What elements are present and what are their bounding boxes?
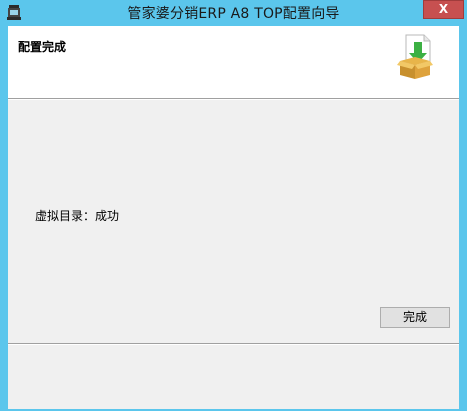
wizard-window: 管家婆分销ERP A8 TOP配置向导 X 配置完成 虚拟目录：成功 完成 — [0, 0, 467, 411]
close-icon: X — [438, 2, 449, 16]
close-button[interactable]: X — [423, 0, 464, 19]
virtual-directory-status: 虚拟目录：成功 — [35, 209, 120, 223]
finish-button[interactable]: 完成 — [380, 307, 450, 328]
box-download-icon — [397, 34, 433, 79]
title-bar[interactable]: 管家婆分销ERP A8 TOP配置向导 X — [0, 0, 467, 26]
window-title: 管家婆分销ERP A8 TOP配置向导 — [127, 6, 340, 22]
wizard-client-area: 配置完成 虚拟目录：成功 完成 — [8, 26, 459, 409]
header-divider — [8, 98, 459, 100]
footer-divider — [8, 343, 459, 345]
wizard-header: 配置完成 — [8, 26, 459, 98]
page-title: 配置完成 — [18, 40, 67, 54]
